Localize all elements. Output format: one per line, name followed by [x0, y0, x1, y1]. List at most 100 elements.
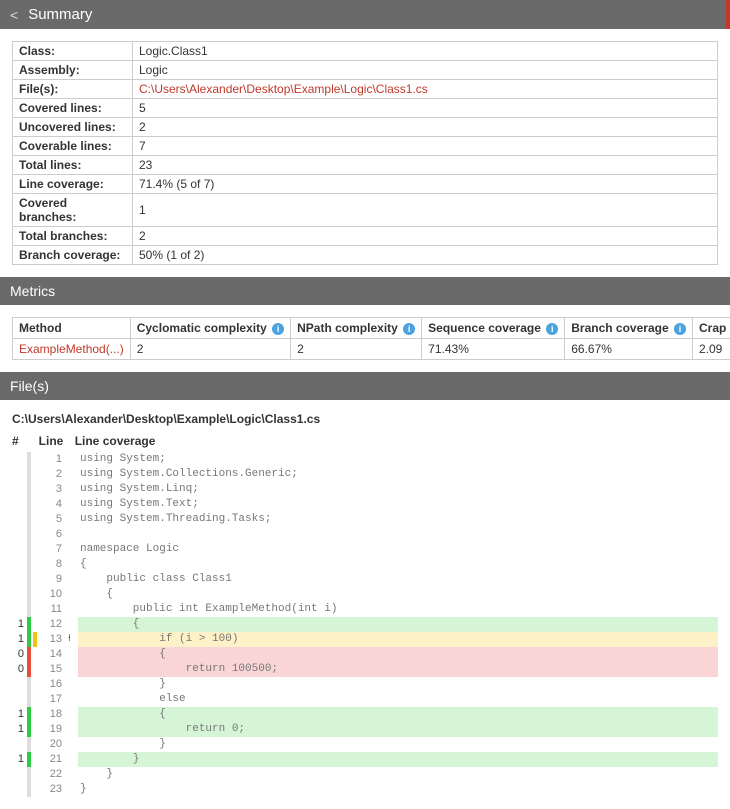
page-title: Summary: [28, 6, 92, 23]
code-text: return 100500;: [78, 662, 718, 677]
hit-count: 0: [12, 662, 26, 677]
code-line: 2using System.Collections.Generic;: [12, 467, 718, 482]
code-line: 8{: [12, 557, 718, 572]
code-line: 10 {: [12, 587, 718, 602]
coverage-bar: [27, 602, 31, 617]
summary-label: Class:: [13, 42, 133, 61]
coverage-bar: [27, 752, 31, 767]
back-button[interactable]: <: [10, 7, 18, 23]
file-link[interactable]: C:\Users\Alexander\Desktop\Example\Logic…: [139, 82, 428, 96]
branch-bar: [33, 527, 37, 542]
coverage-bar: [27, 677, 31, 692]
line-number: 5: [38, 512, 68, 527]
coverage-bar: [27, 707, 31, 722]
code-listing: 1using System;2using System.Collections.…: [0, 452, 730, 809]
hit-count: [12, 737, 26, 752]
branch-icon: [68, 617, 78, 632]
summary-row: Coverable lines:7: [13, 137, 718, 156]
line-number: 12: [38, 617, 68, 632]
coverage-bar: [27, 587, 31, 602]
summary-value: 50% (1 of 2): [133, 246, 718, 265]
coverage-bar: [27, 467, 31, 482]
summary-label: Line coverage:: [13, 175, 133, 194]
line-number: 13: [38, 632, 68, 647]
code-text: if (i > 100): [78, 632, 718, 647]
summary-label: Coverable lines:: [13, 137, 133, 156]
line-number: 9: [38, 572, 68, 587]
branch-bar: [33, 497, 37, 512]
summary-label: File(s):: [13, 80, 133, 99]
branch-icon: [68, 452, 78, 467]
info-icon[interactable]: i: [674, 323, 686, 335]
cell-crap: 2.09: [692, 339, 730, 360]
line-number: 16: [38, 677, 68, 692]
summary-value: C:\Users\Alexander\Desktop\Example\Logic…: [133, 80, 718, 99]
line-number: 6: [38, 527, 68, 542]
code-text: {: [78, 707, 718, 722]
branch-bar: [33, 572, 37, 587]
coverage-bar: [27, 482, 31, 497]
summary-value: 71.4% (5 of 7): [133, 175, 718, 194]
hit-count: [12, 497, 26, 512]
summary-value: 23: [133, 156, 718, 175]
code-line: 1using System;: [12, 452, 718, 467]
summary-value: Logic: [133, 61, 718, 80]
coverage-bar: [27, 557, 31, 572]
hit-count: [12, 452, 26, 467]
branch-icon: [68, 602, 78, 617]
branch-bar: [33, 482, 37, 497]
hit-count: 1: [12, 752, 26, 767]
summary-label: Uncovered lines:: [13, 118, 133, 137]
branch-icon: [68, 782, 78, 797]
hit-count: [12, 557, 26, 572]
line-number: 11: [38, 602, 68, 617]
code-line: 9 public class Class1: [12, 572, 718, 587]
code-text: {: [78, 617, 718, 632]
branch-bar: [33, 692, 37, 707]
branch-icon: [68, 557, 78, 572]
summary-row: Assembly:Logic: [13, 61, 718, 80]
code-text: }: [78, 677, 718, 692]
code-text: namespace Logic: [78, 542, 718, 557]
hit-count: [12, 587, 26, 602]
branch-bar: [33, 632, 37, 647]
branch-icon: [68, 752, 78, 767]
summary-table: Class:Logic.Class1Assembly:LogicFile(s):…: [12, 41, 718, 265]
metrics-table: Method Cyclomatic complexity i NPath com…: [12, 317, 730, 360]
branch-bar: [33, 662, 37, 677]
branch-icon: [68, 497, 78, 512]
coverage-bar: [27, 782, 31, 797]
coverage-bar: [27, 722, 31, 737]
branch-bar: [33, 542, 37, 557]
info-icon[interactable]: i: [272, 323, 284, 335]
line-number: 22: [38, 767, 68, 782]
code-line: 113⍿ if (i > 100): [12, 632, 718, 647]
hit-count: [12, 692, 26, 707]
method-link[interactable]: ExampleMethod(...): [19, 342, 124, 356]
branch-icon: [68, 527, 78, 542]
coverage-bar: [27, 617, 31, 632]
code-line: 7namespace Logic: [12, 542, 718, 557]
hit-count: 1: [12, 707, 26, 722]
line-number: 18: [38, 707, 68, 722]
code-text: }: [78, 767, 718, 782]
code-line: 3using System.Linq;: [12, 482, 718, 497]
branch-icon: [68, 722, 78, 737]
hit-count: 0: [12, 647, 26, 662]
line-number: 4: [38, 497, 68, 512]
branch-icon: [68, 647, 78, 662]
code-line: 22 }: [12, 767, 718, 782]
code-text: }: [78, 782, 718, 797]
branch-bar: [33, 512, 37, 527]
coverage-bar: [27, 647, 31, 662]
info-icon[interactable]: i: [546, 323, 558, 335]
summary-label: Covered lines:: [13, 99, 133, 118]
info-icon[interactable]: i: [403, 323, 415, 335]
line-number: 17: [38, 692, 68, 707]
code-line: 121 }: [12, 752, 718, 767]
hit-count: [12, 527, 26, 542]
line-number: 19: [38, 722, 68, 737]
col-seq: Sequence coverage i: [422, 318, 565, 339]
hit-count: 1: [12, 617, 26, 632]
branch-icon: [68, 587, 78, 602]
